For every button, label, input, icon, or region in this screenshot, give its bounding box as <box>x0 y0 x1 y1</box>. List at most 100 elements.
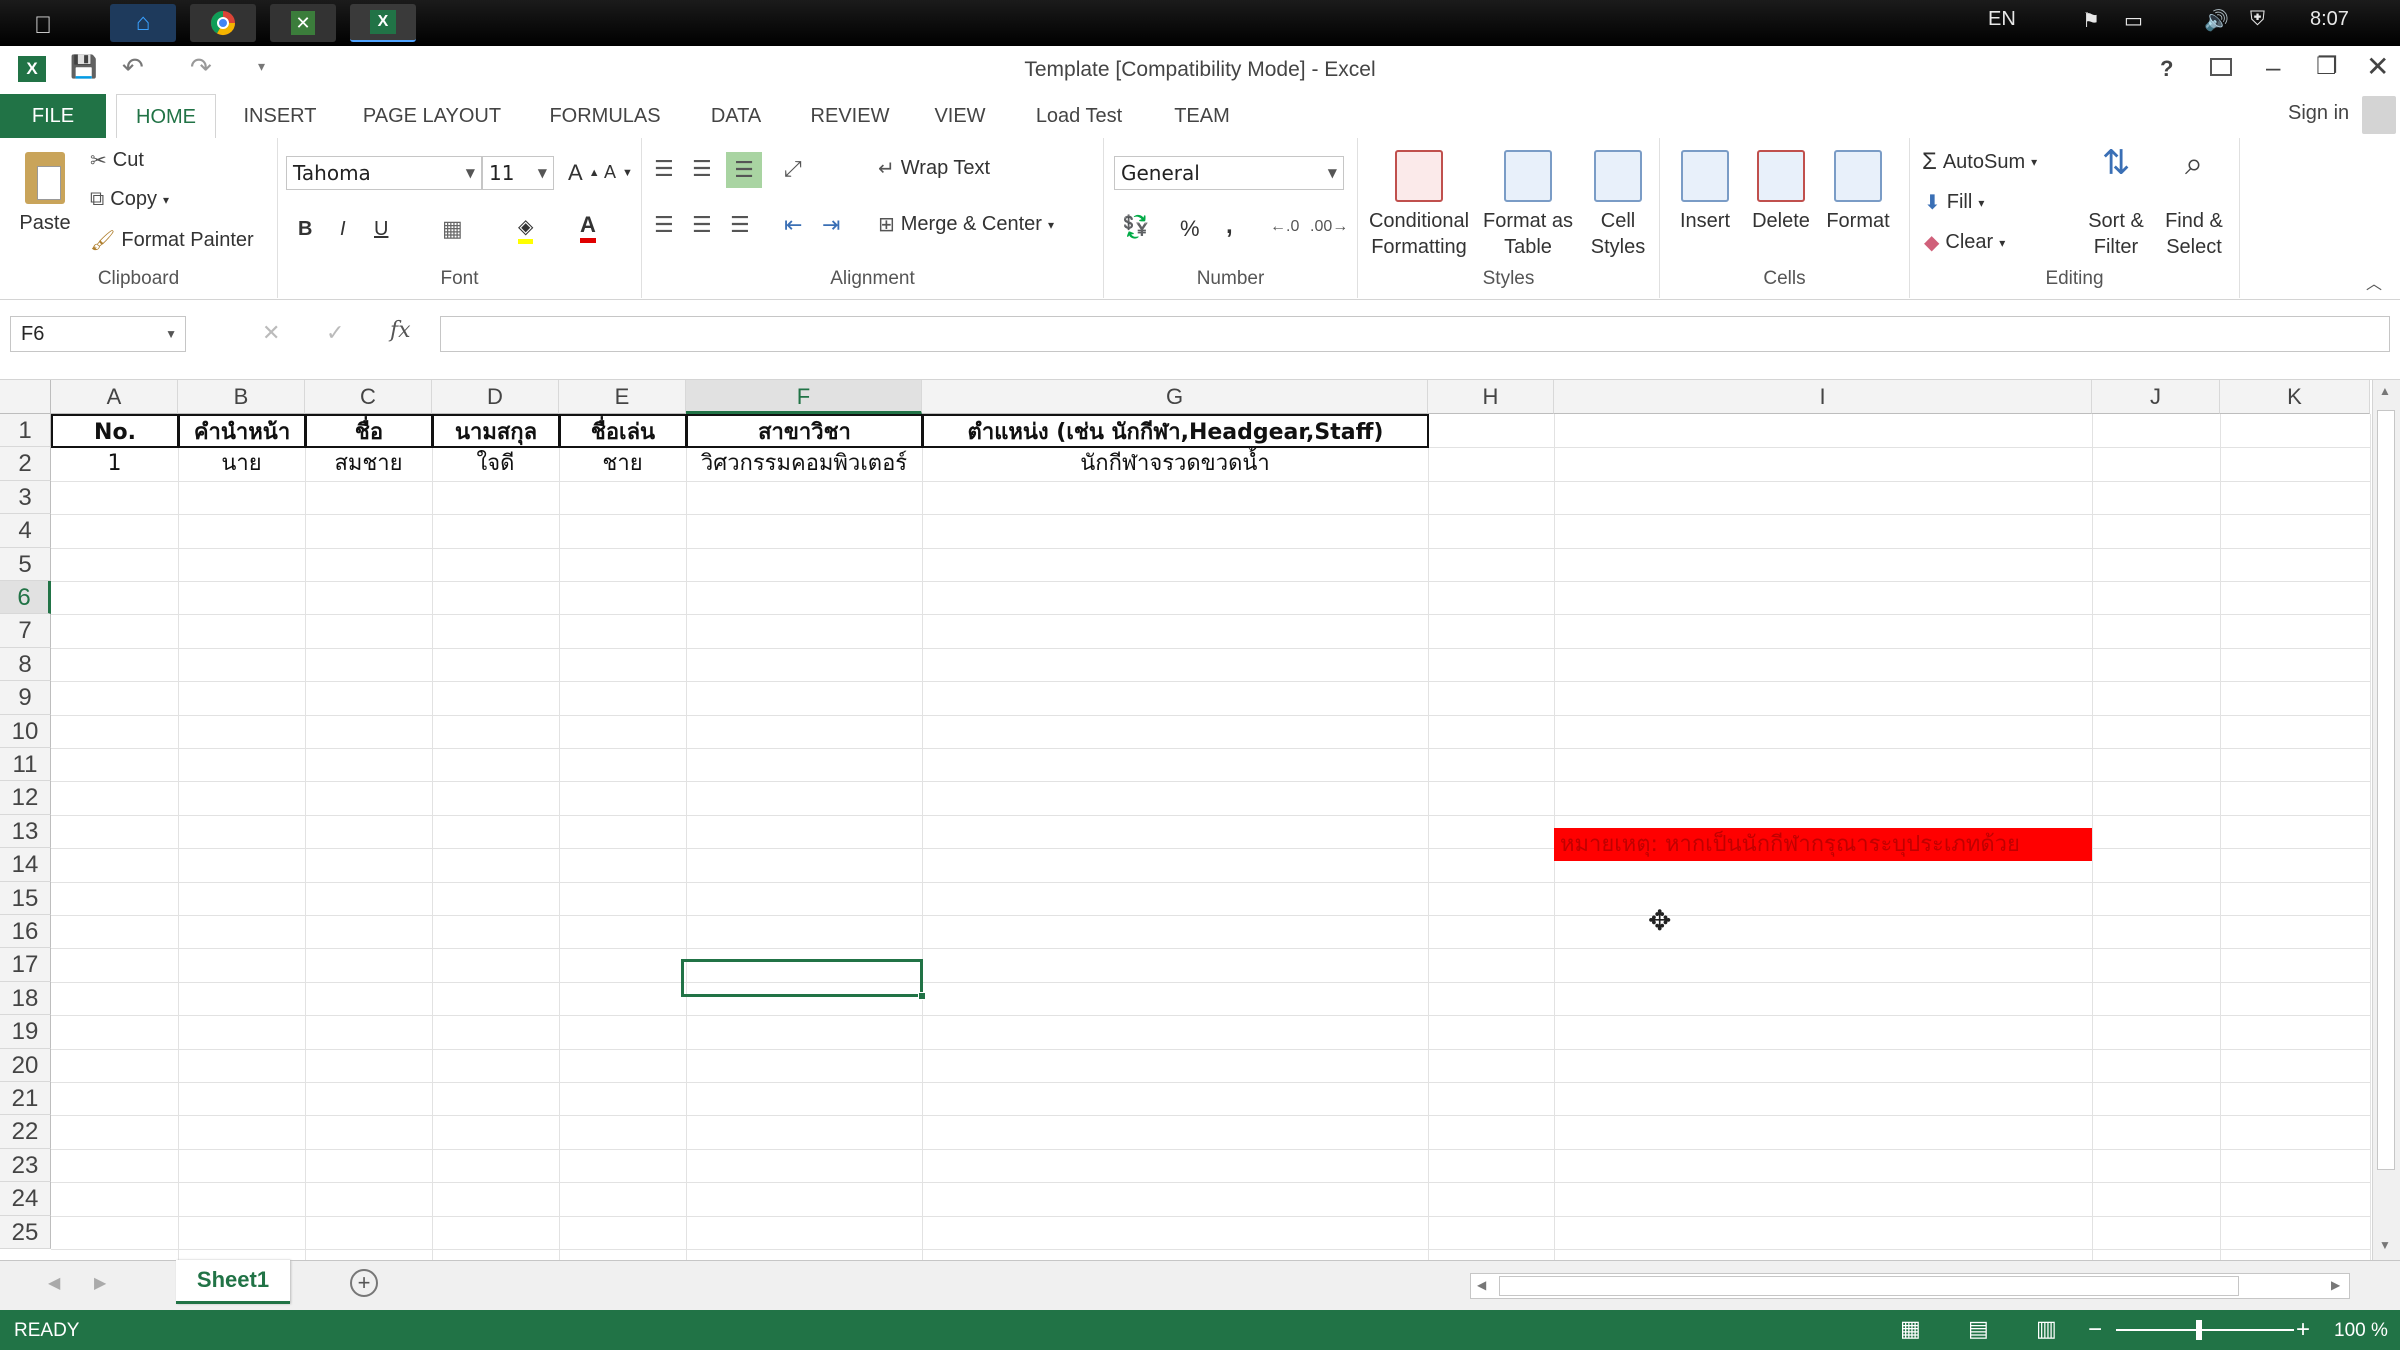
restore-button[interactable]: ❐ <box>2316 52 2338 81</box>
column-header-h[interactable]: H <box>1428 380 1554 414</box>
excel-taskbar-icon[interactable]: X <box>350 4 416 42</box>
scroll-down-icon[interactable]: ▼ <box>2379 1238 2391 1252</box>
font-name-combo[interactable]: Tahoma ▼ <box>286 156 482 190</box>
close-button[interactable]: ✕ <box>2366 50 2389 83</box>
wrap-text-button[interactable]: ↵ Wrap Text <box>878 156 990 181</box>
row-header-4[interactable]: 4 <box>0 514 51 548</box>
conditional-formatting-button[interactable]: Conditional Formatting <box>1362 150 1476 260</box>
align-center-icon[interactable]: ☰ <box>692 212 712 238</box>
tab-insert[interactable]: INSERT <box>230 94 330 138</box>
zoom-out-button[interactable]: − <box>2088 1316 2102 1344</box>
format-painter-button[interactable]: 🖌 Format Painter <box>90 228 254 253</box>
select-all-corner[interactable] <box>0 380 51 414</box>
zoom-in-button[interactable]: + <box>2296 1316 2310 1344</box>
row-header-23[interactable]: 23 <box>0 1148 51 1183</box>
zoom-slider-thumb[interactable] <box>2196 1320 2202 1340</box>
row-header-8[interactable]: 8 <box>0 647 51 682</box>
page-layout-view-icon[interactable]: ▤ <box>1968 1316 1989 1342</box>
row-header-3[interactable]: 3 <box>0 480 51 515</box>
column-header-g[interactable]: G <box>922 380 1428 414</box>
bold-button[interactable]: B <box>298 218 312 241</box>
orientation-icon[interactable]: ⤢ <box>784 156 802 182</box>
find-select-button[interactable]: ⌕ Find & Select <box>2156 147 2232 260</box>
number-format-combo[interactable]: General ▼ <box>1114 156 1344 190</box>
row-header-19[interactable]: 19 <box>0 1015 51 1049</box>
cell-styles-button[interactable]: Cell Styles <box>1580 150 1656 260</box>
sheet-tab-sheet1[interactable]: Sheet1 <box>176 1260 290 1304</box>
name-box[interactable]: F6 ▼ <box>10 316 186 352</box>
percent-style-button[interactable]: % <box>1180 216 1200 242</box>
account-avatar[interactable] <box>2362 96 2396 134</box>
tab-load-test[interactable]: Load Test <box>1024 94 1134 138</box>
minimize-button[interactable]: – <box>2266 52 2280 83</box>
column-header-f[interactable]: F <box>686 380 922 414</box>
row-header-20[interactable]: 20 <box>0 1048 51 1082</box>
header-cell-d[interactable]: นามสกุล <box>432 414 560 449</box>
sort-filter-button[interactable]: ⇅ Sort & Filter <box>2080 146 2152 260</box>
fill-handle[interactable] <box>918 992 926 1000</box>
chrome-icon[interactable] <box>190 4 256 42</box>
prev-sheet-icon[interactable]: ◀ <box>48 1273 60 1293</box>
ribbon-display-options-icon[interactable] <box>2210 58 2232 76</box>
row-header-9[interactable]: 9 <box>0 681 51 715</box>
tab-page-layout[interactable]: PAGE LAYOUT <box>352 94 512 138</box>
active-cell-f6[interactable] <box>681 959 923 997</box>
zoom-level[interactable]: 100 % <box>2334 1320 2388 1342</box>
underline-button[interactable]: U <box>374 218 388 241</box>
formula-input[interactable] <box>440 316 2390 352</box>
tab-file[interactable]: FILE <box>0 94 106 138</box>
header-cell-e[interactable]: ชื่อเล่น <box>559 414 687 449</box>
header-cell-a[interactable]: No. <box>51 414 179 449</box>
fill-color-icon[interactable]: ◈ <box>518 214 534 244</box>
column-header-i[interactable]: I <box>1554 380 2092 414</box>
zoom-slider[interactable] <box>2116 1329 2294 1331</box>
cell-f2[interactable]: วิศวกรรมคอมพิวเตอร์ <box>686 447 922 480</box>
top-align-icon[interactable]: ☰ <box>654 156 674 182</box>
vertical-scroll-thumb[interactable] <box>2377 410 2395 1170</box>
page-break-view-icon[interactable]: ▥ <box>2036 1316 2057 1342</box>
row-header-2[interactable]: 2 <box>0 447 51 481</box>
scroll-up-icon[interactable]: ▲ <box>2379 384 2391 398</box>
flag-icon[interactable]: ⚑ <box>2082 8 2100 33</box>
column-header-d[interactable]: D <box>432 380 559 414</box>
delete-button[interactable]: Delete <box>1746 150 1816 234</box>
merge-center-button[interactable]: ⊞ Merge & Center ▾ <box>878 212 1054 237</box>
italic-button[interactable]: I <box>340 218 346 241</box>
cell-b2[interactable]: นาย <box>178 447 305 480</box>
cancel-icon[interactable]: ✕ <box>262 320 280 346</box>
volume-icon[interactable]: 🔊 <box>2204 8 2229 33</box>
column-header-k[interactable]: K <box>2220 380 2370 414</box>
horizontal-scroll-thumb[interactable] <box>1499 1276 2239 1296</box>
home-icon[interactable]: ⌂ <box>110 4 176 42</box>
horizontal-scrollbar[interactable]: ◀ ▶ <box>1470 1273 2350 1299</box>
apple-icon[interactable]:  <box>34 12 52 40</box>
header-cell-b[interactable]: คำนำหน้า <box>178 414 306 449</box>
tab-review[interactable]: REVIEW <box>800 94 900 138</box>
cell-e2[interactable]: ชาย <box>559 447 686 480</box>
row-header-12[interactable]: 12 <box>0 781 51 815</box>
help-button[interactable]: ? <box>2160 56 2173 82</box>
scroll-right-icon[interactable]: ▶ <box>2331 1278 2340 1292</box>
cell-a2[interactable]: 1 <box>51 447 178 480</box>
network-icon[interactable]: ⛨ <box>2250 8 2265 31</box>
autosum-button[interactable]: Σ AutoSum ▾ <box>1922 148 2037 176</box>
next-sheet-icon[interactable]: ▶ <box>94 1273 106 1293</box>
vertical-scrollbar[interactable]: ▲ ▼ <box>2372 380 2400 1260</box>
sign-in-link[interactable]: Sign in <box>2288 102 2349 125</box>
tab-team[interactable]: TEAM <box>1160 94 1244 138</box>
row-header-24[interactable]: 24 <box>0 1182 51 1216</box>
row-header-25[interactable]: 25 <box>0 1215 51 1249</box>
tab-view[interactable]: VIEW <box>922 94 998 138</box>
clock[interactable]: 8:07 <box>2310 8 2349 31</box>
column-header-a[interactable]: A <box>51 380 178 414</box>
tab-home[interactable]: HOME <box>116 94 216 138</box>
tab-data[interactable]: DATA <box>694 94 778 138</box>
row-header-17[interactable]: 17 <box>0 948 51 982</box>
borders-icon[interactable]: ▦ <box>442 216 463 242</box>
note-cell[interactable]: หมายเหตุ: หากเป็นนักกีฬากรุณาระบุประเภทด… <box>1554 828 2092 861</box>
header-cell-c[interactable]: ชื่อ <box>305 414 433 449</box>
row-header-13[interactable]: 13 <box>0 814 51 849</box>
middle-align-icon[interactable]: ☰ <box>692 156 712 182</box>
row-header-22[interactable]: 22 <box>0 1115 51 1149</box>
enter-icon[interactable]: ✓ <box>326 320 344 346</box>
